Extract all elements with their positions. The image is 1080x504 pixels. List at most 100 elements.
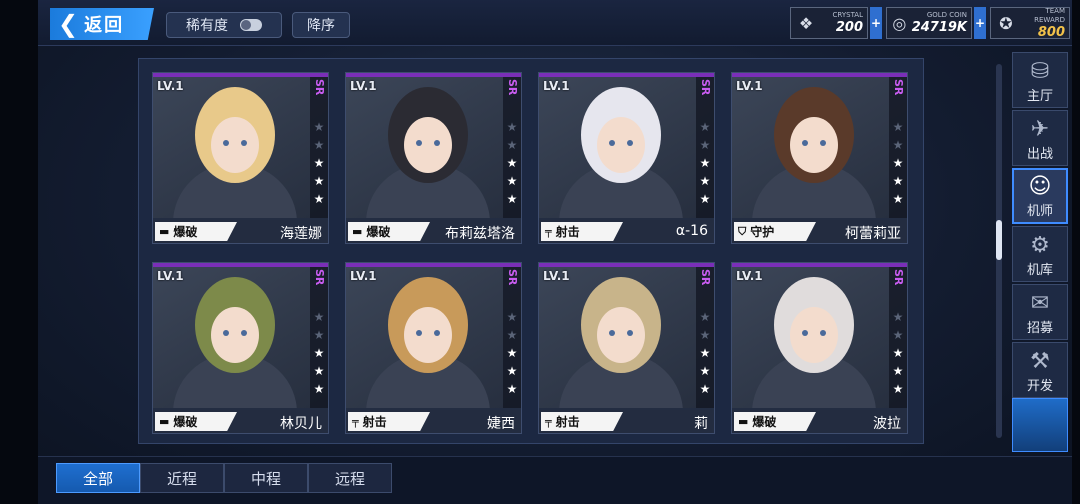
pilot-name: 林贝儿 [280,416,322,432]
pilot-role: ╤ 射击 [541,412,623,431]
star-icon: ★ [699,156,711,170]
star-icon: ★ [892,346,904,360]
pilot-level: LV.1 [543,79,570,93]
pilot-card[interactable]: SR ★ ★ ★ ★ ★ LV.1 ╤ 射击 莉 [538,262,715,434]
star-icon: ★ [506,364,518,378]
pilot-portrait [732,263,907,408]
rarity-badge: SR [892,269,905,286]
add-crystal-button[interactable]: + [870,7,882,39]
rarity-stripe [539,73,714,77]
rarity-sort-label: 稀有度 [186,18,228,34]
star-icon: ★ [699,328,711,342]
pilot-card[interactable]: SR ★ ★ ★ ★ ★ LV.1 ⛉ 守护 柯蕾莉亚 [731,72,908,244]
rarity-stripe [346,73,521,77]
pilot-name: 婕西 [487,416,515,432]
pilot-footer: ▬ 爆破 林贝儿 [153,410,328,433]
star-icon: ★ [892,382,904,396]
add-gold-coin-button[interactable]: + [974,7,986,39]
rarity-stripe [153,73,328,77]
nav-item[interactable]: ⛁ 主厅 [1012,52,1068,108]
pilot-level: LV.1 [350,269,377,283]
pilot-level: LV.1 [543,269,570,283]
recruit-icon: ✉ [1030,291,1050,316]
rifle-icon: ╤ [352,415,359,428]
star-icon: ★ [313,364,325,378]
pilot-card[interactable]: SR ★ ★ ★ ★ ★ LV.1 ▬ 爆破 海莲娜 [152,72,329,244]
range-tab[interactable]: 近程 [140,463,224,493]
pilot-card[interactable]: SR ★ ★ ★ ★ ★ LV.1 ╤ 射击 婕西 [345,262,522,434]
pilot-level: LV.1 [350,79,377,93]
pilot-role-label: 爆破 [366,225,391,239]
team-reward-value: 800 [1037,24,1065,40]
rarity-stripe [539,263,714,267]
pilot-card[interactable]: SR ★ ★ ★ ★ ★ LV.1 ▬ 爆破 布莉兹塔洛 [345,72,522,244]
pilot-role: ▬ 爆破 [734,412,816,431]
pilot-role: ╤ 射击 [348,412,430,431]
star-icon: ★ [506,328,518,342]
nav-item[interactable]: ☺ 机师 [1012,168,1068,224]
star-icon: ★ [506,382,518,396]
hangar-icon: ⚙ [1030,233,1050,258]
rifle-icon: ╤ [545,225,552,238]
star-icon: ★ [506,192,518,206]
rarity-badge: SR [313,79,326,96]
star-icon: ★ [892,174,904,188]
rarity-badge: SR [699,79,712,96]
rarity-stripe [153,263,328,267]
pilot-name: 布莉兹塔洛 [445,226,515,242]
left-edge [0,0,38,504]
pilot-portrait [153,263,328,408]
pilot-footer: ▬ 爆破 波拉 [732,410,907,433]
nav-item-label: 招募 [1026,321,1053,336]
pilot-role-label: 射击 [555,415,580,429]
star-icon: ★ [506,156,518,170]
nav-item[interactable]: ✉ 招募 [1012,284,1068,340]
scrollbar-thumb[interactable] [996,220,1002,260]
pilot-portrait [732,73,907,218]
cannon-icon: ▬ [159,225,170,238]
star-icon: ★ [506,346,518,360]
star-icon: ★ [699,310,711,324]
star-icon: ★ [699,346,711,360]
back-button[interactable]: ❮ 返回 [50,8,154,40]
minimap-panel[interactable] [1012,398,1068,452]
range-tab[interactable]: 全部 [56,463,140,493]
develop-icon: ⚒ [1030,349,1050,374]
pilot-role-label: 爆破 [173,415,198,429]
star-icon: ★ [313,174,325,188]
right-edge [1072,0,1080,504]
pilot-footer: ╤ 射击 莉 [539,410,714,433]
range-tab[interactable]: 远程 [308,463,392,493]
star-icon: ★ [506,120,518,134]
nav-item[interactable]: ✈ 出战 [1012,110,1068,166]
nav-item-label: 机师 [1026,204,1053,219]
pilot-portrait [539,263,714,408]
star-icon: ★ [699,120,711,134]
rifle-icon: ╤ [545,415,552,428]
rarity-sort-button[interactable]: 稀有度 [166,12,282,38]
pilot-name: α-16 [675,223,708,239]
nav-item[interactable]: ⚙ 机库 [1012,226,1068,282]
hall-icon: ⛁ [1030,59,1050,84]
rarity-badge: SR [699,269,712,286]
rarity-badge: SR [892,79,905,96]
star-icon: ★ [699,364,711,378]
gold-coin-counter: ◎ GOLD COIN 24719K [886,7,972,39]
pilot-card[interactable]: SR ★ ★ ★ ★ ★ LV.1 ╤ 射击 α-16 [538,72,715,244]
star-icon: ★ [313,156,325,170]
order-button[interactable]: 降序 [292,12,350,38]
team-reward-icon: ✪ [999,13,1013,33]
nav-item[interactable]: ⚒ 开发 [1012,342,1068,398]
pilot-level: LV.1 [736,269,763,283]
pilot-role: ⛉ 守护 [734,222,816,241]
star-icon: ★ [892,328,904,342]
star-icon: ★ [313,382,325,396]
star-icon: ★ [892,138,904,152]
shield-icon: ⛉ [738,224,747,238]
range-tab[interactable]: 中程 [224,463,308,493]
pilot-icon: ☺ [1028,174,1052,199]
pilot-card[interactable]: SR ★ ★ ★ ★ ★ LV.1 ▬ 爆破 波拉 [731,262,908,434]
pilot-card[interactable]: SR ★ ★ ★ ★ ★ LV.1 ▬ 爆破 林贝儿 [152,262,329,434]
star-icon: ★ [506,174,518,188]
cannon-icon: ▬ [159,415,170,428]
